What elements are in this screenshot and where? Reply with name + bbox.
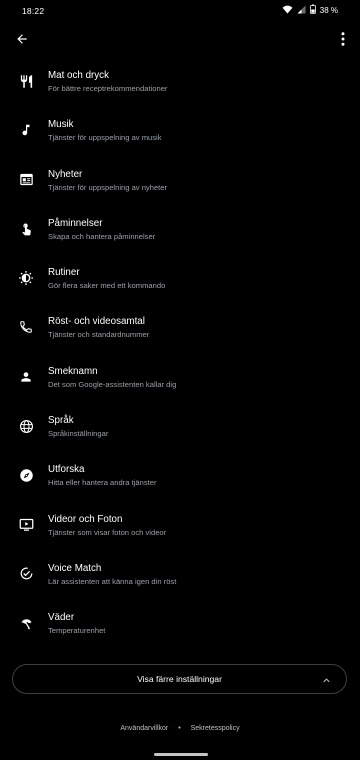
item-subtitle: Språkinställningar (48, 429, 109, 439)
item-subtitle: Skapa och hantera påminnelser (48, 231, 156, 241)
item-title: Videor och Foton (48, 513, 123, 525)
voice-match-icon (16, 564, 36, 584)
item-subtitle: Tjänster och standardnummer (48, 330, 150, 340)
item-title: Påminnelser (48, 217, 103, 229)
status-time: 18:22 (22, 6, 45, 16)
reminder-hand-icon (16, 219, 36, 239)
item-title: Musik (48, 119, 74, 131)
item-title: Rutiner (48, 267, 80, 279)
item-subtitle: Gör flera saker med ett kommando (48, 281, 166, 291)
music-note-icon (16, 120, 36, 140)
privacy-link[interactable]: Sekretesspolicy (191, 725, 240, 732)
item-subtitle: Tjänster för uppspelning av musik (48, 133, 162, 143)
settings-item-routines[interactable]: Rutiner Gör flera saker med ett kommando (0, 254, 360, 303)
home-indicator[interactable] (154, 753, 208, 756)
phone-icon (16, 317, 36, 337)
app-bar (0, 26, 360, 56)
item-title: Utforska (48, 464, 85, 476)
routines-icon (16, 268, 36, 288)
item-title: Röst- och videosamtal (48, 316, 145, 328)
umbrella-icon (16, 613, 36, 633)
item-subtitle: Hitta eller hantera andra tjänster (48, 478, 157, 488)
settings-item-news[interactable]: Nyheter Tjänster för uppspelning av nyhe… (0, 156, 360, 205)
back-button[interactable] (11, 30, 33, 52)
settings-item-reminders[interactable]: Påminnelser Skapa och hantera påminnelse… (0, 205, 360, 254)
signal-icon (297, 4, 306, 16)
settings-item-language[interactable]: Språk Språkinställningar (0, 402, 360, 451)
globe-icon (16, 416, 36, 436)
settings-item-explore[interactable]: Utforska Hitta eller hantera andra tjäns… (0, 451, 360, 500)
fork-knife-icon (16, 71, 36, 91)
newspaper-icon (16, 170, 36, 190)
arrow-left-icon (15, 32, 29, 51)
item-title: Mat och dryck (48, 70, 109, 81)
item-title: Voice Match (48, 562, 102, 574)
footer-links: Användarvillkor • Sekretesspolicy (0, 725, 360, 732)
person-icon (16, 367, 36, 387)
item-title: Väder (48, 612, 75, 624)
more-options-button[interactable] (334, 30, 352, 52)
item-subtitle: Lär assistenten att känna igen din röst (48, 576, 177, 586)
battery-icon (309, 4, 316, 16)
item-title: Nyheter (48, 168, 83, 180)
footer-separator: • (178, 725, 181, 732)
show-fewer-label: Visa färre inställningar (137, 674, 222, 684)
item-subtitle: Temperaturenhet (48, 626, 106, 636)
show-fewer-settings-button[interactable]: Visa färre inställningar (12, 664, 347, 694)
settings-item-food[interactable]: Mat och dryck För bättre receptrekommend… (0, 57, 360, 106)
status-icons: 38 % (282, 4, 338, 16)
chevron-up-icon (321, 673, 332, 691)
wifi-icon (282, 5, 293, 16)
settings-item-music[interactable]: Musik Tjänster för uppspelning av musik (0, 106, 360, 155)
item-title: Språk (48, 415, 74, 427)
item-subtitle: För bättre receptrekommendationer (48, 84, 168, 93)
settings-item-weather[interactable]: Väder Temperaturenhet (0, 599, 360, 648)
settings-item-calls[interactable]: Röst- och videosamtal Tjänster och stand… (0, 303, 360, 352)
settings-item-nickname[interactable]: Smeknamn Det som Google-assistenten kall… (0, 353, 360, 402)
item-title: Smeknamn (48, 365, 98, 377)
item-subtitle: Det som Google-assistenten kallar dig (48, 379, 177, 389)
settings-item-voice-match[interactable]: Voice Match Lär assistenten att känna ig… (0, 550, 360, 599)
video-screen-icon (16, 515, 36, 535)
terms-link[interactable]: Användarvillkor (120, 725, 168, 732)
status-bar: 18:22 38 % (0, 0, 360, 22)
more-vert-icon (341, 31, 345, 51)
item-subtitle: Tjänster för uppspelning av nyheter (48, 182, 168, 192)
compass-icon (16, 465, 36, 485)
settings-list: Mat och dryck För bättre receptrekommend… (0, 57, 360, 649)
item-subtitle: Tjänster som visar foton och videor (48, 527, 167, 537)
settings-item-videos-photos[interactable]: Videor och Foton Tjänster som visar foto… (0, 501, 360, 550)
battery-percent: 38 % (319, 5, 338, 15)
